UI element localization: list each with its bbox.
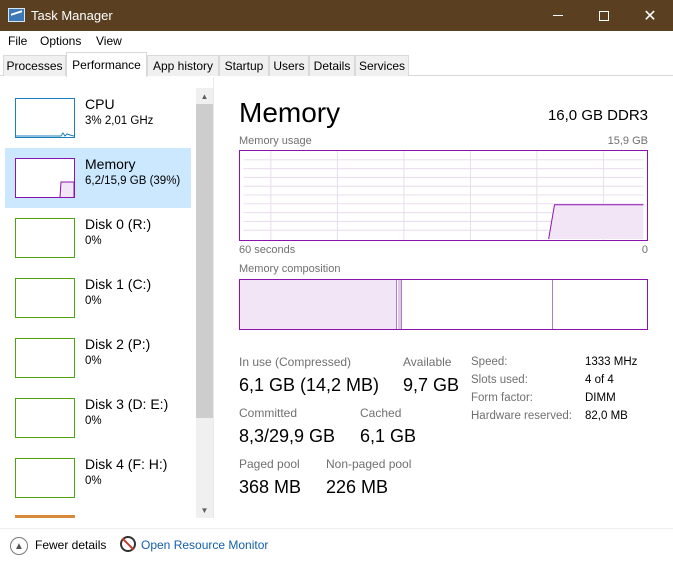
memory-detail-pane: Memory 16,0 GB DDR3 Memory usage 15,9 GB… — [214, 77, 673, 518]
sidebar-item-memory[interactable]: Memory 6,2/15,9 GB (39%) — [5, 148, 191, 208]
committed-label: Committed — [239, 406, 298, 420]
hardware-reserved-value: 82,0 MB — [585, 410, 628, 422]
sidebar-item-label: Memory — [85, 156, 136, 172]
chevron-up-icon[interactable]: ▲ — [10, 537, 28, 555]
sidebar-item-disk1[interactable]: Disk 1 (C:) 0% — [5, 268, 191, 328]
form-factor-label: Form factor: — [471, 392, 533, 404]
title-bar: Task Manager ✕ — [0, 0, 673, 31]
minimize-button[interactable] — [535, 0, 581, 31]
sidebar-item-cpu[interactable]: CPU 3% 2,01 GHz — [5, 88, 191, 148]
sidebar-item-label: Disk 1 (C:) — [85, 276, 152, 292]
tab-app-history[interactable]: App history — [147, 55, 219, 76]
available-value: 9,7 GB — [403, 375, 460, 395]
composition-label: Memory composition — [239, 263, 341, 275]
composition-in-use — [240, 280, 397, 329]
composition-modified — [398, 280, 402, 329]
chevron-down-icon[interactable]: ▼ — [196, 502, 213, 518]
sidebar-item-disk3[interactable]: Disk 3 (D: E:) 0% — [5, 388, 191, 448]
sidebar-item-value: 6,2/15,9 GB (39%) — [85, 175, 181, 187]
speed-label: Speed: — [471, 356, 508, 368]
maximize-button[interactable] — [581, 0, 627, 31]
sidebar-item-disk0[interactable]: Disk 0 (R:) 0% — [5, 208, 191, 268]
usage-max-label: 15,9 GB — [607, 135, 648, 147]
window-title: Task Manager — [31, 8, 113, 23]
hardware-reserved-label: Hardware reserved: — [471, 410, 572, 422]
menu-view[interactable]: View — [96, 34, 122, 48]
sidebar-item-value: 0% — [85, 295, 102, 307]
sidebar-item-value: 0% — [85, 235, 102, 247]
sidebar-item-value: 0% — [85, 415, 102, 427]
tab-users[interactable]: Users — [269, 55, 309, 76]
time-zero-label: 0 — [641, 244, 648, 256]
chevron-up-icon[interactable]: ▲ — [196, 88, 213, 104]
tab-details[interactable]: Details — [309, 55, 355, 76]
committed-value: 8,3/29,9 GB — [239, 426, 336, 446]
footer: ▲ Fewer details Open Resource Monitor — [0, 528, 673, 569]
composition-standby — [403, 280, 553, 329]
time-range-label: 60 seconds — [239, 244, 296, 256]
scrollbar-thumb[interactable] — [196, 104, 213, 418]
disk-mini-graph — [15, 278, 75, 318]
speed-value: 1333 MHz — [585, 356, 638, 368]
in-use-label: In use (Compressed) — [239, 355, 352, 369]
menu-file[interactable]: File — [8, 34, 27, 48]
close-button[interactable]: ✕ — [627, 0, 673, 31]
tab-bar: Processes Performance App history Startu… — [0, 52, 673, 77]
sidebar-item-label: CPU — [85, 96, 115, 112]
non-paged-pool-label: Non-paged pool — [326, 457, 412, 471]
composition-free — [554, 280, 647, 329]
sidebar-item-value: 0% — [85, 355, 102, 367]
sidebar-item-disk2[interactable]: Disk 2 (P:) 0% — [5, 328, 191, 388]
usage-label: Memory usage — [239, 135, 312, 147]
paged-pool-label: Paged pool — [239, 457, 300, 471]
menu-bar: File Options View — [0, 31, 673, 51]
cpu-mini-graph — [15, 98, 75, 138]
performance-sidebar: CPU 3% 2,01 GHz Memory 6,2/15,9 GB (39%)… — [0, 77, 214, 518]
disk-mini-graph — [15, 338, 75, 378]
memory-composition-bar — [239, 279, 648, 330]
menu-options[interactable]: Options — [40, 34, 81, 48]
tab-startup[interactable]: Startup — [219, 55, 269, 76]
sidebar-item-label: Disk 2 (P:) — [85, 336, 151, 352]
sidebar-item-label: Disk 3 (D: E:) — [85, 396, 169, 412]
disk-mini-graph — [15, 398, 75, 438]
cached-label: Cached — [360, 406, 402, 420]
available-label: Available — [403, 355, 452, 369]
tab-services[interactable]: Services — [355, 55, 409, 76]
non-paged-pool-value: 226 MB — [326, 477, 389, 497]
paged-pool-value: 368 MB — [239, 477, 302, 497]
tab-processes[interactable]: Processes — [3, 55, 66, 76]
sidebar-item-label: Disk 0 (R:) — [85, 216, 152, 232]
sidebar-item-value: 0% — [85, 475, 102, 487]
open-resource-monitor-link[interactable]: Open Resource Monitor — [141, 538, 268, 552]
slots-label: Slots used: — [471, 374, 528, 386]
disk-mini-graph — [15, 458, 75, 498]
task-manager-icon — [8, 8, 25, 22]
sidebar-item-label: Disk 4 (F: H:) — [85, 456, 168, 472]
form-factor-value: DIMM — [585, 392, 616, 404]
resource-monitor-icon — [120, 536, 136, 552]
cached-value: 6,1 GB — [360, 426, 417, 446]
in-use-value: 6,1 GB (14,2 MB) — [239, 375, 380, 395]
sidebar-scrollbar[interactable]: ▲ ▼ — [196, 88, 213, 518]
sidebar-item-disk4[interactable]: Disk 4 (F: H:) 0% — [5, 448, 191, 508]
sidebar-item-value: 3% 2,01 GHz — [85, 115, 154, 127]
page-title: Memory — [239, 97, 341, 128]
tab-performance[interactable]: Performance — [66, 52, 147, 77]
disk-mini-graph — [15, 218, 75, 258]
next-item-peek — [15, 515, 75, 518]
fewer-details-button[interactable]: Fewer details — [35, 538, 106, 552]
slots-value: 4 of 4 — [585, 374, 614, 386]
memory-mini-graph — [15, 158, 75, 198]
memory-usage-graph — [239, 150, 648, 241]
memory-spec: 16,0 GB DDR3 — [547, 107, 648, 124]
